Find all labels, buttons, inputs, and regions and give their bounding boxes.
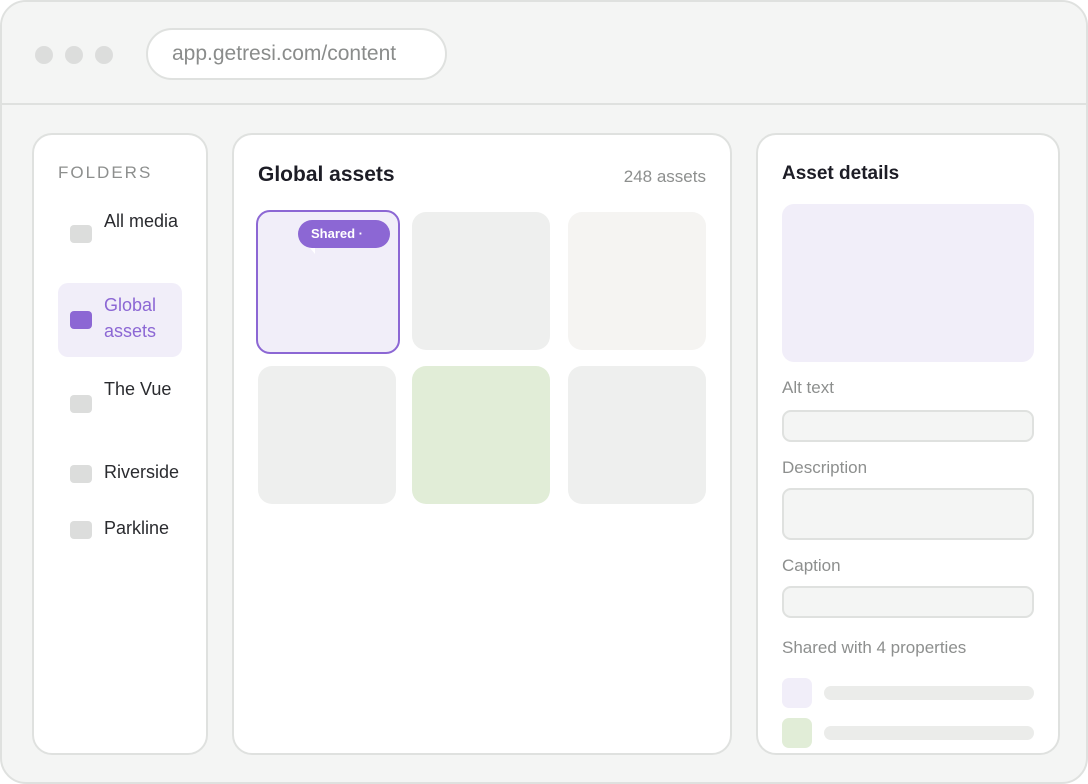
page-title: Global assets xyxy=(258,163,395,186)
property-name-placeholder xyxy=(824,686,1034,700)
window-close-dot[interactable] xyxy=(35,46,53,64)
folder-label: The Vue xyxy=(104,379,172,399)
folder-icon xyxy=(70,465,92,483)
folder-icon xyxy=(70,395,92,413)
folders-sidebar: FOLDERS All media Global assets The Vue … xyxy=(32,133,208,755)
asset-tile[interactable] xyxy=(258,366,396,504)
alt-text-field[interactable] xyxy=(782,410,1034,442)
folder-item-global-assets[interactable]: Global assets xyxy=(58,283,182,357)
assets-panel: Global assets 248 assets Shared · xyxy=(232,133,732,755)
asset-tile[interactable] xyxy=(412,366,550,504)
asset-tile[interactable] xyxy=(568,212,706,350)
folder-label: Parkline xyxy=(104,518,170,538)
badge-pointer-icon xyxy=(310,248,315,254)
asset-tile-selected[interactable]: Shared · xyxy=(256,210,400,354)
caption-label: Caption xyxy=(782,556,841,575)
folder-item-parkline[interactable]: Parkline xyxy=(58,509,182,549)
property-swatch xyxy=(782,718,812,748)
folders-heading: FOLDERS xyxy=(58,163,153,182)
folder-item-riverside[interactable]: Riverside xyxy=(58,453,182,493)
folder-item-the-vue[interactable]: The Vue xyxy=(58,371,182,433)
description-label: Description xyxy=(782,458,868,477)
description-field[interactable] xyxy=(782,488,1034,540)
folder-icon xyxy=(70,311,92,329)
folder-label: Riverside xyxy=(104,462,180,482)
window-minimize-dot[interactable] xyxy=(65,46,83,64)
window-maximize-dot[interactable] xyxy=(95,46,113,64)
browser-window: app.getresi.com/content FOLDERS All medi… xyxy=(0,0,1088,784)
asset-preview xyxy=(782,204,1034,362)
folder-label: Global assets xyxy=(104,295,157,341)
folder-icon xyxy=(70,225,92,243)
asset-details-panel: Asset details Alt text Description Capti… xyxy=(756,133,1060,755)
address-bar[interactable]: app.getresi.com/content xyxy=(146,28,447,80)
property-name-placeholder xyxy=(824,726,1034,740)
folder-label: All media xyxy=(104,211,179,231)
alt-text-label: Alt text xyxy=(782,378,834,397)
shared-with-label: Shared with 4 properties xyxy=(782,638,967,657)
asset-count: 248 assets xyxy=(623,167,706,186)
folder-icon xyxy=(70,521,92,539)
shared-badge[interactable]: Shared · xyxy=(298,220,390,248)
caption-field[interactable] xyxy=(782,586,1034,618)
asset-tile[interactable] xyxy=(568,366,706,504)
browser-titlebar: app.getresi.com/content xyxy=(2,2,1086,105)
property-swatch xyxy=(782,678,812,708)
details-title: Asset details xyxy=(782,163,900,184)
folder-item-all-media[interactable]: All media xyxy=(58,203,182,265)
asset-tile[interactable] xyxy=(412,212,550,350)
